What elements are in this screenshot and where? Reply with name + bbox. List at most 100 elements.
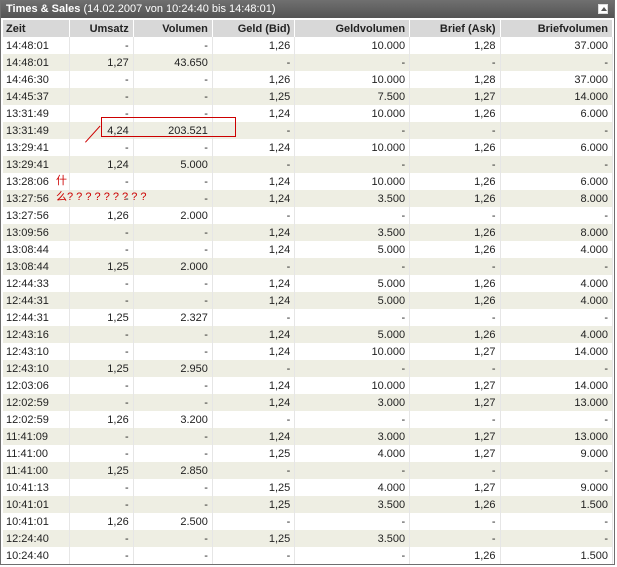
cell-brief: -	[409, 156, 501, 173]
cell-briefvolumen: -	[500, 156, 613, 173]
cell-zeit: 12:43:10	[3, 343, 70, 360]
cell-geld: -	[212, 54, 296, 71]
cell-briefvolumen: 14.000	[500, 88, 613, 105]
cell-zeit: 10:41:13	[3, 479, 70, 496]
table-row: 12:44:31- -1,24 5.000 1,26 4.000	[3, 292, 613, 309]
cell-geld: -	[212, 411, 296, 428]
column-header-geldvolumen[interactable]: Geldvolumen	[294, 20, 411, 37]
collapse-icon[interactable]	[598, 4, 608, 14]
cell-umsatz: -	[69, 326, 134, 343]
cell-volumen: -	[133, 241, 213, 258]
cell-briefvolumen: -	[500, 54, 613, 71]
table-row: 13:31:49- -1,24 10.000 1,26 6.000	[3, 105, 613, 122]
cell-geld: -	[212, 207, 296, 224]
cell-umsatz: -	[69, 241, 134, 258]
table-row: 10:41:01- -1,25 3.500 1,26 1.500	[3, 496, 613, 513]
table-row: 11:41:00- -1,25 4.000 1,27 9.000	[3, 445, 613, 462]
cell-umsatz: -	[69, 445, 134, 462]
cell-volumen: 43.650	[133, 54, 213, 71]
cell-zeit: 14:48:01	[3, 37, 70, 54]
cell-volumen: -	[133, 530, 213, 547]
cell-volumen: -	[133, 428, 213, 445]
table-row: 13:29:41 1,24 5.000- - - -	[3, 156, 613, 173]
cell-umsatz: 1,25	[69, 360, 134, 377]
cell-volumen: 2.000	[133, 258, 213, 275]
cell-geld: 1,26	[212, 37, 296, 54]
table-row: 12:43:16- -1,24 5.000 1,26 4.000	[3, 326, 613, 343]
cell-brief: -	[409, 411, 501, 428]
cell-zeit: 13:27:56	[3, 207, 70, 224]
annotation-chinese-char: 什	[56, 175, 67, 187]
column-header-umsatz[interactable]: Umsatz	[69, 20, 134, 37]
cell-geldvolumen: 3.000	[294, 394, 411, 411]
cell-brief: 1,27	[409, 479, 501, 496]
cell-geld: -	[212, 513, 296, 530]
cell-geldvolumen: 10.000	[294, 37, 411, 54]
cell-brief: 1,26	[409, 224, 501, 241]
cell-brief: 1,27	[409, 88, 501, 105]
cell-zeit: 14:48:01	[3, 54, 70, 71]
cell-briefvolumen: 13.000	[500, 428, 613, 445]
cell-brief: 1,26	[409, 139, 501, 156]
cell-brief: 1,27	[409, 428, 501, 445]
cell-umsatz: -	[69, 377, 134, 394]
cell-brief: 1,26	[409, 190, 501, 207]
cell-brief: 1,26	[409, 292, 501, 309]
column-header-geld[interactable]: Geld (Bid)	[212, 20, 296, 37]
cell-umsatz: -	[69, 496, 134, 513]
cell-brief: -	[409, 54, 501, 71]
cell-volumen: -	[133, 292, 213, 309]
cell-geld: 1,24	[212, 275, 296, 292]
cell-zeit: 13:29:41	[3, 139, 70, 156]
cell-zeit: 12:43:16	[3, 326, 70, 343]
cell-zeit: 12:02:59	[3, 411, 70, 428]
table-row: 14:45:37- -1,25 7.500 1,27 14.000	[3, 88, 613, 105]
cell-zeit: 12:44:33	[3, 275, 70, 292]
cell-geldvolumen: -	[294, 462, 411, 479]
cell-umsatz: 1,27	[69, 54, 134, 71]
table-row: 13:08:44- -1,24 5.000 1,26 4.000	[3, 241, 613, 258]
cell-volumen: 5.000	[133, 156, 213, 173]
cell-zeit: 11:41:09	[3, 428, 70, 445]
column-header-volumen[interactable]: Volumen	[133, 20, 213, 37]
table-row: 13:28:06- -1,24 10.000 1,26 6.000	[3, 173, 613, 190]
cell-briefvolumen: -	[500, 530, 613, 547]
cell-volumen: 2.500	[133, 513, 213, 530]
cell-brief: 1,26	[409, 105, 501, 122]
cell-volumen: 2.000	[133, 207, 213, 224]
table-row: 10:24:40- - - -1,26 1.500	[3, 547, 613, 564]
cell-geldvolumen: -	[294, 513, 411, 530]
cell-brief: -	[409, 122, 501, 139]
cell-umsatz: 1,26	[69, 411, 134, 428]
cell-briefvolumen: 37.000	[500, 71, 613, 88]
cell-zeit: 10:24:40	[3, 547, 70, 564]
cell-geldvolumen: 10.000	[294, 105, 411, 122]
cell-brief: 1,27	[409, 377, 501, 394]
cell-briefvolumen: 9.000	[500, 479, 613, 496]
column-header-briefvolumen[interactable]: Briefvolumen	[500, 20, 613, 37]
cell-umsatz: -	[69, 224, 134, 241]
cell-geldvolumen: 3.000	[294, 428, 411, 445]
column-header-zeit[interactable]: Zeit	[3, 20, 70, 37]
table-row: 14:48:01 1,27 43.650- - - -	[3, 54, 613, 71]
times-and-sales-panel: Times & Sales (14.02.2007 von 10:24:40 b…	[0, 0, 615, 565]
cell-briefvolumen: 9.000	[500, 445, 613, 462]
cell-zeit: 11:41:00	[3, 445, 70, 462]
column-header-brief[interactable]: Brief (Ask)	[409, 20, 501, 37]
cell-briefvolumen: 8.000	[500, 224, 613, 241]
cell-brief: 1,28	[409, 37, 501, 54]
cell-brief: 1,26	[409, 496, 501, 513]
cell-geldvolumen: 3.500	[294, 496, 411, 513]
table-row: 13:08:44 1,25 2.000- - - -	[3, 258, 613, 275]
cell-geld: 1,25	[212, 496, 296, 513]
cell-geldvolumen: -	[294, 309, 411, 326]
cell-volumen: -	[133, 88, 213, 105]
cell-zeit: 12:44:31	[3, 309, 70, 326]
table-row: 12:02:59 1,26 3.200- - - -	[3, 411, 613, 428]
cell-geldvolumen: 4.000	[294, 445, 411, 462]
cell-geldvolumen: 10.000	[294, 377, 411, 394]
cell-brief: 1,26	[409, 326, 501, 343]
cell-umsatz: -	[69, 292, 134, 309]
cell-geld: 1,24	[212, 377, 296, 394]
cell-volumen: -	[133, 326, 213, 343]
